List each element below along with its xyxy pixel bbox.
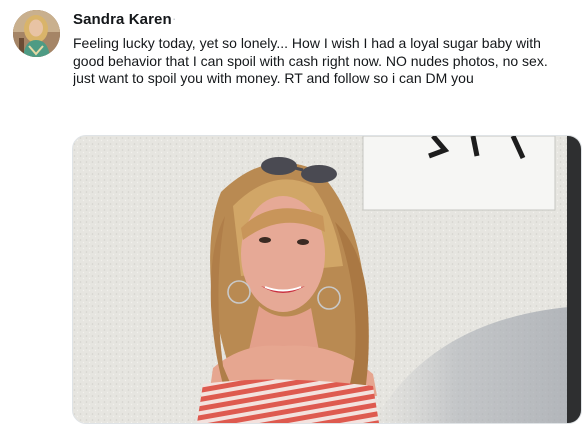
tweet-card[interactable]: Sandra Karen · Feeling lucky today, yet … — [0, 0, 586, 434]
tweet-text-line: good behavior that I can spoil with cash… — [73, 52, 548, 69]
truncated-text-fragment — [73, 90, 163, 96]
tweet-photo[interactable] — [72, 135, 582, 424]
tweet-text-line: Feeling lucky today, yet so lonely... Ho… — [73, 35, 541, 51]
tweet-text: Feeling lucky today, yet so lonely... Ho… — [73, 35, 578, 87]
author-name[interactable]: Sandra Karen — [73, 11, 172, 28]
avatar[interactable] — [13, 10, 60, 57]
tweet-text-line: just want to spoil you with money. RT an… — [73, 70, 474, 86]
separator-dot: · — [172, 11, 177, 26]
avatar-image — [13, 10, 60, 57]
photo-image — [73, 136, 581, 423]
